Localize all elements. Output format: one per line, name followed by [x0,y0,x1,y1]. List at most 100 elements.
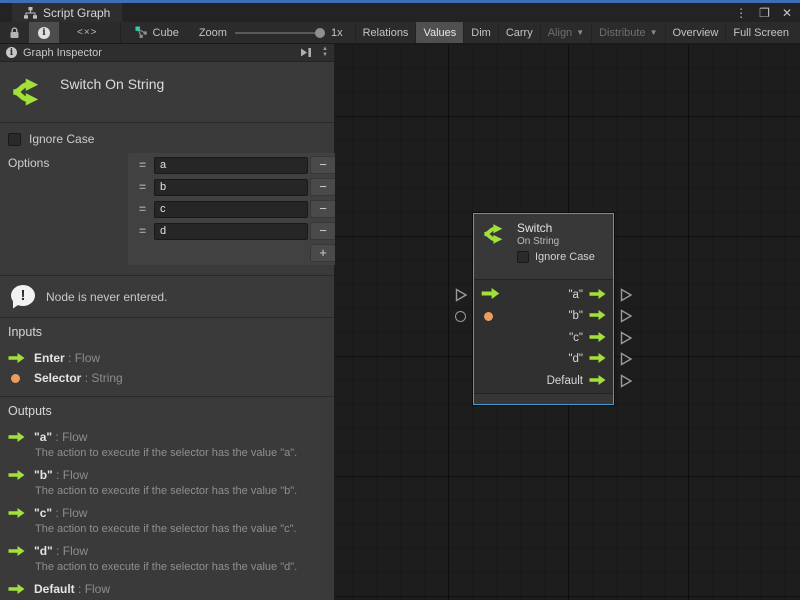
drag-handle-icon[interactable]: = [130,158,154,172]
window-maximize-icon[interactable]: ❐ [759,6,770,20]
window-menu-icon[interactable]: ⋮ [735,6,747,20]
outputs-section: Outputs "a" : Flow The action to execute… [0,397,334,600]
options-label: Options [8,153,128,265]
port-label: "d" [568,353,583,365]
enter-port-icon[interactable] [481,288,500,302]
port-label: "a" [568,289,583,301]
node-port-row: "a" [474,284,613,306]
zoom-slider-handle[interactable] [315,28,325,38]
overview-button[interactable]: Overview [665,22,726,43]
option-input[interactable] [154,201,308,218]
port-description: The action to execute if the selector ha… [35,485,324,498]
remove-option-button[interactable]: − [310,178,336,196]
list-footer: + [130,243,336,263]
ignore-case-row: Ignore Case [8,130,324,148]
tab-script-graph[interactable]: Script Graph [12,3,122,22]
values-button[interactable]: Values [415,22,463,43]
remove-option-button[interactable]: − [310,222,336,240]
output-port-row: "d" : Flow [8,541,324,561]
toolbar-separator [120,22,121,43]
port-name: Selector [34,371,81,385]
unit-settings: Ignore Case Options = − = − [0,123,334,276]
node-header[interactable]: Switch On String Ignore Case [474,214,613,280]
node-port-row: "d" [474,349,613,371]
zoom-slider[interactable] [235,32,323,34]
warning-icon: ! [10,285,36,309]
port-type: String [91,371,122,385]
window-close-icon[interactable]: ✕ [782,6,792,20]
flow-arrow-icon[interactable] [589,288,606,302]
unit-title: Switch On String [60,76,164,92]
output-connection-stub[interactable] [619,374,633,391]
dim-button[interactable]: Dim [463,22,498,43]
node-title: Switch [517,221,559,235]
edit-source-button[interactable]: <×> [59,22,116,43]
switch-on-string-node[interactable]: Switch On String Ignore Case "a" [473,213,614,405]
port-type: Flow [75,351,100,365]
list-item: = − [130,155,336,175]
selector-connection-stub[interactable] [455,311,466,322]
list-item: = − [130,177,336,197]
inspector-toggle-button[interactable]: i [29,22,59,43]
align-dropdown[interactable]: Align▼ [540,22,591,43]
panel-spinner[interactable]: ▲ ▼ [322,47,328,58]
flow-arrow-icon[interactable] [589,374,606,388]
value-port-icon [8,374,25,383]
switch-icon [10,74,46,110]
carry-button[interactable]: Carry [498,22,540,43]
flow-arrow-icon[interactable] [589,331,606,345]
node-port-row: "c" [474,327,613,349]
lock-button[interactable] [0,22,29,43]
port-description: The action to execute if the selector ha… [35,561,324,574]
node-subtitle: On String [517,236,559,247]
ignore-case-checkbox[interactable] [8,133,21,146]
breadcrumb-label: Cube [153,27,179,39]
graph-hierarchy-icon [24,7,37,19]
list-item: = − [130,199,336,219]
distribute-dropdown[interactable]: Distribute▼ [591,22,664,43]
option-input[interactable] [154,157,308,174]
node-body: "a" "b" "c" "d" [474,280,613,392]
breadcrumb[interactable]: Cube [125,22,189,43]
flow-arrow-icon [8,353,25,363]
dock-panel-icon[interactable] [300,47,312,58]
window-controls: ⋮ ❐ ✕ [735,3,792,22]
drag-handle-icon[interactable]: = [130,202,154,216]
code-icon: <×> [77,27,98,38]
ignore-case-label: Ignore Case [29,132,94,146]
node-port-row: Default [474,370,613,392]
node-port-row: "b" [474,306,613,328]
port-label: "b" [568,310,583,322]
option-input[interactable] [154,179,308,196]
enter-connection-stub[interactable] [454,288,468,305]
output-connection-stub[interactable] [619,309,633,326]
relations-button[interactable]: Relations [355,22,416,43]
warning-text: Node is never entered. [46,290,167,304]
node-footer [474,393,613,404]
spinner-down-icon[interactable]: ▼ [322,53,328,58]
graph-canvas[interactable]: Switch On String Ignore Case "a" [335,44,800,600]
remove-option-button[interactable]: − [310,200,336,218]
unit-title-block: Switch On String [0,62,334,123]
output-connection-stub[interactable] [619,288,633,305]
option-input[interactable] [154,223,308,240]
output-port-row: Default : Flow [8,579,324,599]
remove-option-button[interactable]: − [310,156,336,174]
selector-port-icon[interactable] [484,312,493,321]
output-connection-stub[interactable] [619,352,633,369]
node-ignore-case-checkbox[interactable] [517,251,529,263]
drag-handle-icon[interactable]: = [130,180,154,194]
drag-handle-icon[interactable]: = [130,224,154,238]
inputs-section: Inputs Enter : Flow Selector : String [0,318,334,397]
fullscreen-button[interactable]: Full Screen [725,22,796,43]
toolbar-buttons: Relations Values Dim Carry Align▼ Distri… [355,22,796,43]
graph-inspector-panel: i Graph Inspector ▲ ▼ [0,44,335,600]
graph-node-icon [135,26,148,39]
info-icon: i [6,47,17,58]
tab-bar: Script Graph ⋮ ❐ ✕ [0,3,800,22]
flow-arrow-icon[interactable] [589,352,606,366]
output-port-row: "c" : Flow [8,503,324,523]
flow-arrow-icon[interactable] [589,309,606,323]
add-option-button[interactable]: + [310,244,336,262]
output-connection-stub[interactable] [619,331,633,348]
